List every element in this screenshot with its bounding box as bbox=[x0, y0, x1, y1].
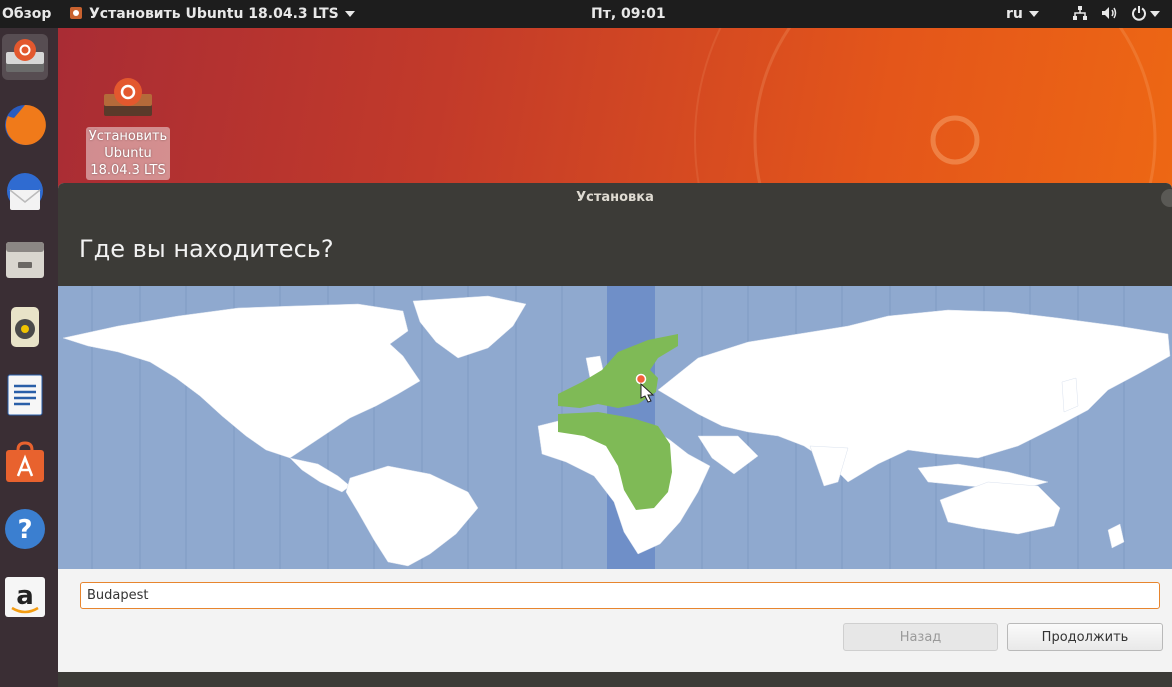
close-icon[interactable] bbox=[1160, 188, 1172, 208]
keyboard-layout-label: ru bbox=[1006, 6, 1023, 22]
dock-thunderbird-icon[interactable] bbox=[2, 170, 48, 216]
installer-window: Установка Где вы находитесь? Budapest На… bbox=[58, 183, 1172, 687]
page-title: Где вы находитесь? bbox=[79, 235, 334, 263]
svg-text:?: ? bbox=[17, 515, 32, 545]
power-icon[interactable] bbox=[1131, 0, 1147, 28]
network-icon[interactable] bbox=[1072, 0, 1088, 28]
chevron-down-icon bbox=[1028, 11, 1039, 17]
dock-firefox-icon[interactable] bbox=[2, 102, 48, 148]
keyboard-layout-menu[interactable]: ru bbox=[1006, 0, 1039, 28]
timezone-map[interactable] bbox=[58, 286, 1172, 569]
timezone-search-input[interactable] bbox=[80, 582, 1160, 609]
chevron-down-icon bbox=[344, 11, 355, 17]
dock-help-icon[interactable]: ? bbox=[2, 506, 48, 552]
dock-software-icon[interactable] bbox=[2, 440, 48, 486]
desktop-icon-label: Установить Ubuntu 18.04.3 LTS bbox=[86, 127, 170, 180]
window-title: Установка bbox=[576, 190, 654, 205]
location-marker bbox=[635, 373, 647, 385]
dock-rhythmbox-icon[interactable] bbox=[2, 304, 48, 350]
app-menu[interactable]: Установить Ubuntu 18.04.3 LTS bbox=[69, 0, 355, 28]
dock-installer-icon[interactable] bbox=[2, 34, 48, 80]
back-button[interactable]: Назад bbox=[843, 623, 998, 651]
svg-text:a: a bbox=[16, 581, 34, 611]
installer-app-icon bbox=[70, 7, 82, 19]
window-titlebar[interactable]: Установка bbox=[58, 183, 1172, 213]
dock: ? a bbox=[0, 28, 58, 687]
chevron-down-icon[interactable] bbox=[1150, 0, 1160, 28]
clock[interactable]: Пт, 09:01 bbox=[591, 0, 666, 28]
installer-drive-icon bbox=[104, 78, 152, 116]
window-bottom-edge bbox=[58, 672, 1172, 687]
dock-writer-icon[interactable] bbox=[2, 372, 48, 418]
activities-button[interactable]: Обзор bbox=[2, 0, 51, 28]
window-header: Где вы находитесь? bbox=[58, 213, 1172, 286]
dock-amazon-icon[interactable]: a bbox=[2, 574, 48, 620]
continue-button[interactable]: Продолжить bbox=[1007, 623, 1163, 651]
dock-files-icon[interactable] bbox=[2, 236, 48, 282]
app-menu-label: Установить Ubuntu 18.04.3 LTS bbox=[89, 6, 339, 22]
top-bar: Обзор Установить Ubuntu 18.04.3 LTS Пт, … bbox=[0, 0, 1172, 28]
volume-icon[interactable] bbox=[1101, 0, 1119, 28]
